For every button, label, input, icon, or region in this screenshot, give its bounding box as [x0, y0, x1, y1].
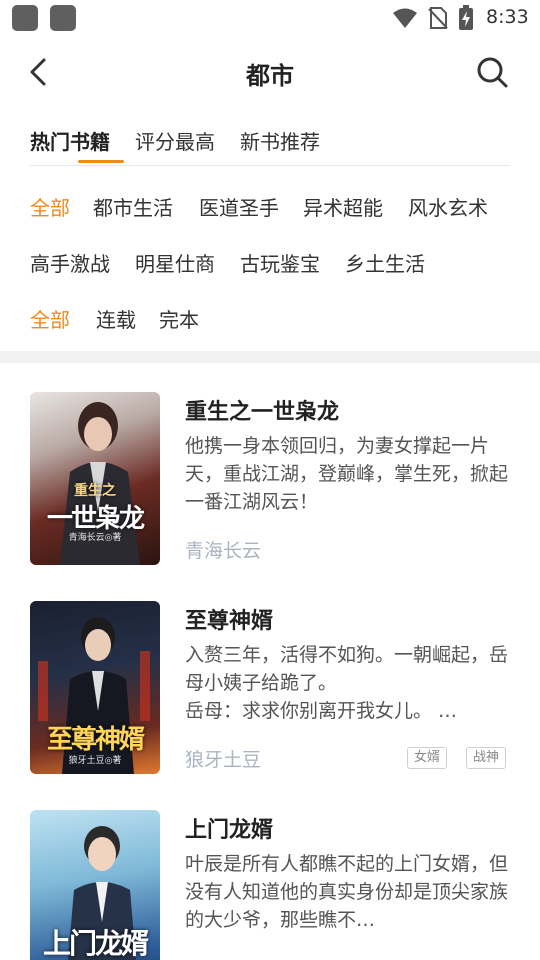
top-app-bar: 都市: [0, 36, 540, 108]
status-bar: 8:33: [0, 0, 540, 36]
filter-master-battle[interactable]: 高手激战: [30, 248, 110, 277]
tab-bar: 热门书籍 评分最高 新书推荐: [30, 122, 510, 166]
book-list-item[interactable]: 重生之 一世枭龙 青海长云◎著 重生之一世枭龙 他携一身本领回归，为妻女撑起一片…: [30, 392, 510, 567]
cover-title: 至尊神婿: [46, 725, 145, 755]
filter-celebrity[interactable]: 明星仕商: [135, 248, 215, 277]
filter-fengshui[interactable]: 风水玄术: [408, 192, 488, 221]
book-cover: 上门龙婿: [30, 810, 160, 960]
cover-author: 狼牙土豆◎著: [68, 756, 122, 766]
status-filter-all[interactable]: 全部: [30, 304, 70, 333]
tab-indicator: [78, 160, 124, 163]
page-title: 都市: [246, 62, 294, 90]
book-list-item[interactable]: 上门龙婿 上门龙婿 叶辰是所有人都瞧不起的上门女婿，但没有人知道他的真实身份却是…: [30, 810, 510, 960]
book-author: 青海长云: [185, 540, 262, 562]
no-sim-icon: [428, 7, 448, 29]
section-divider: [0, 351, 540, 363]
search-icon[interactable]: [474, 54, 510, 90]
status-filter-completed[interactable]: 完本: [159, 304, 199, 333]
tab-new-books[interactable]: 新书推荐: [240, 126, 320, 155]
filter-medical[interactable]: 医道圣手: [199, 192, 279, 221]
book-description: 他携一身本领回归，为妻女撑起一片天，重战江湖，登巅峰，掌生死，掀起一番江湖风云！: [185, 435, 509, 513]
filter-superpower[interactable]: 异术超能: [303, 192, 383, 221]
book-title: 重生之一世枭龙: [185, 400, 340, 425]
book-title: 上门龙婿: [185, 818, 274, 843]
book-description: 叶辰是所有人都瞧不起的上门女婿，但没有人知道他的真实身份却是顶尖家族的大少爷，那…: [185, 853, 509, 931]
notification-icon: [12, 5, 38, 31]
status-filter-ongoing[interactable]: 连载: [96, 304, 136, 333]
notification-icon: [50, 5, 76, 31]
filter-city-life[interactable]: 都市生活: [93, 192, 173, 221]
cover-author: 青海长云◎著: [68, 533, 122, 543]
book-list-item[interactable]: 至尊神婿 狼牙土豆◎著 至尊神婿 入赘三年，活得不如狗。一朝崛起，岳母小姨子给跪…: [30, 601, 510, 776]
book-cover: 重生之 一世枭龙 青海长云◎著: [30, 392, 160, 565]
tab-top-rated[interactable]: 评分最高: [135, 126, 215, 155]
book-author: 狼牙土豆: [185, 749, 262, 771]
status-time: 8:33: [486, 6, 529, 28]
filter-antique[interactable]: 古玩鉴宝: [240, 248, 320, 277]
cover-subtitle: 重生之: [74, 483, 116, 499]
book-tag: 女婿: [407, 747, 448, 769]
book-description: 入赘三年，活得不如狗。一朝崛起，岳母小姨子给跪了。 岳母：求求你别离开我女儿。 …: [185, 644, 509, 722]
tab-hot-books[interactable]: 热门书籍: [30, 126, 110, 155]
wifi-icon: [393, 8, 417, 28]
battery-charging-icon: [459, 5, 473, 30]
filter-all[interactable]: 全部: [30, 192, 70, 221]
book-cover: 至尊神婿 狼牙土豆◎著: [30, 601, 160, 774]
book-tag: 战神: [466, 747, 507, 769]
book-title: 至尊神婿: [185, 609, 274, 634]
cover-title: 上门龙婿: [42, 927, 149, 960]
filter-rural[interactable]: 乡土生活: [345, 248, 425, 277]
